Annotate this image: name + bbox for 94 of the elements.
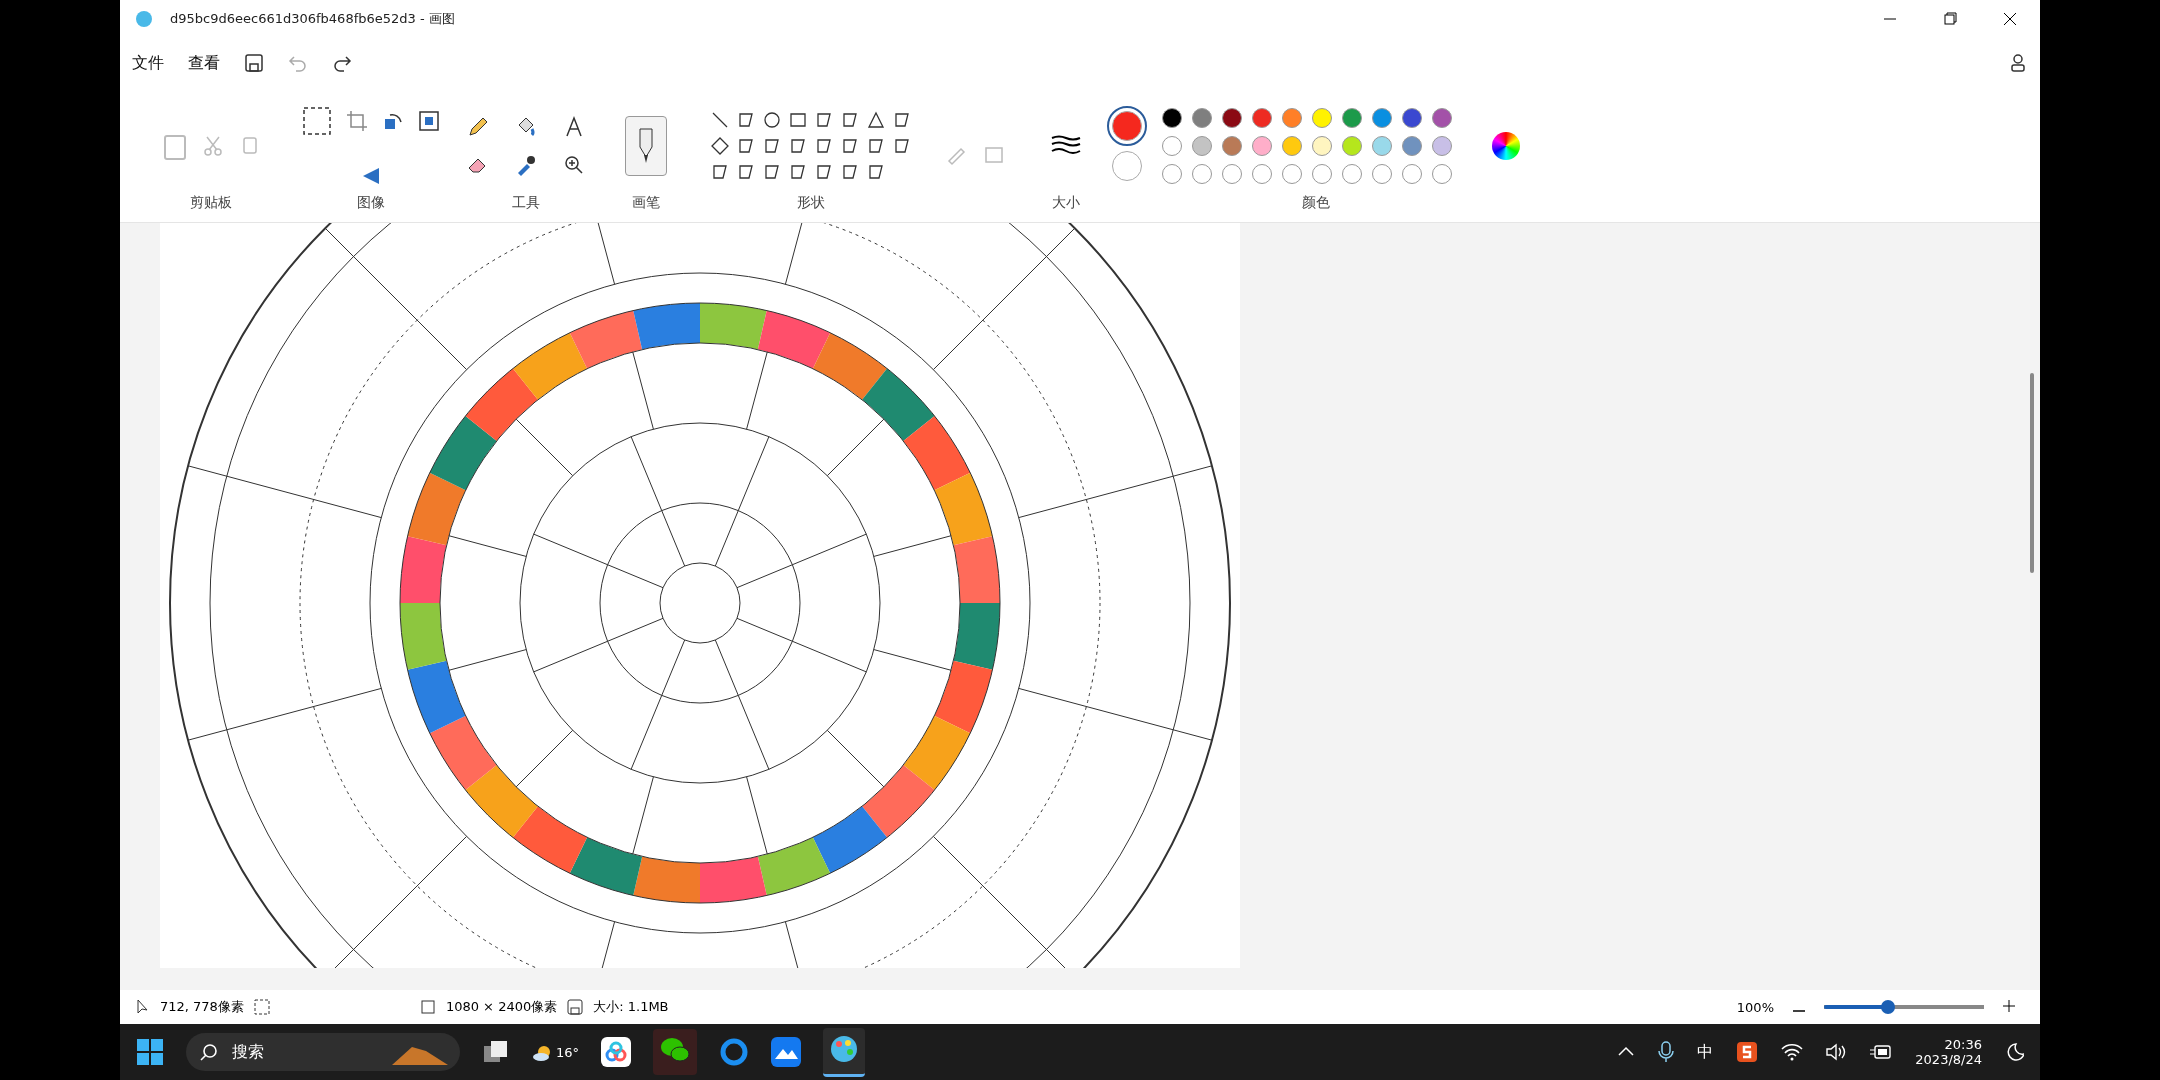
color-swatch[interactable] — [1342, 136, 1362, 156]
shape-icon[interactable] — [711, 111, 729, 129]
window-title: d95bc9d6eec661d306fb468fb6e52d3 - 画图 — [170, 10, 455, 28]
shape-icon[interactable] — [711, 137, 729, 155]
restore-icon — [1943, 12, 1957, 26]
shape-icon[interactable] — [841, 163, 859, 181]
zoom-slider-thumb[interactable] — [1881, 1000, 1895, 1014]
clock-time[interactable]: 20:36 — [1944, 1037, 1982, 1052]
color-swatch[interactable] — [1252, 136, 1272, 156]
close-icon — [2003, 12, 2017, 26]
color-swatch[interactable] — [1162, 108, 1182, 128]
color-swatch[interactable] — [1192, 136, 1212, 156]
color-swatch[interactable] — [1252, 108, 1272, 128]
input-app-icon[interactable] — [1735, 1040, 1760, 1064]
color-swatch[interactable] — [1372, 136, 1392, 156]
color-swatch[interactable] — [1402, 136, 1422, 156]
shape-icon[interactable] — [815, 111, 833, 129]
shape-icon[interactable] — [867, 111, 885, 129]
share-icon[interactable] — [2008, 53, 2028, 73]
shape-icon[interactable] — [815, 163, 833, 181]
color-swatch[interactable] — [1222, 108, 1242, 128]
pencil-icon[interactable] — [466, 115, 490, 139]
input-method-indicator[interactable]: 中 — [1697, 1041, 1714, 1063]
shape-icon[interactable] — [789, 137, 807, 155]
color-wheel-icon[interactable] — [1492, 132, 1520, 160]
cursor-position: 712, 778像素 — [160, 998, 244, 1016]
scrollbar-thumb[interactable] — [2030, 373, 2034, 573]
shape-icon[interactable] — [763, 137, 781, 155]
group-label: 图像 — [357, 194, 385, 212]
shape-icon[interactable] — [789, 111, 807, 129]
shape-icon[interactable] — [737, 111, 755, 129]
cursor-icon — [136, 999, 150, 1015]
menu-item[interactable]: 文件 — [132, 48, 164, 78]
paint-app-icon[interactable] — [829, 1033, 860, 1064]
brush-button[interactable] — [625, 116, 667, 176]
browser-app-icon[interactable] — [719, 1037, 750, 1067]
shape-icon[interactable] — [789, 163, 807, 181]
clock-date[interactable]: 2023/8/24 — [1915, 1052, 1982, 1067]
color-swatch[interactable] — [1402, 108, 1422, 128]
shape-icon[interactable] — [867, 137, 885, 155]
canvas-size: 1080 × 2400像素 — [445, 998, 558, 1016]
color-swatch[interactable] — [1192, 108, 1212, 128]
minus-icon — [1792, 1009, 1806, 1012]
paint-app-icon — [136, 11, 152, 27]
resize-icon[interactable] — [418, 109, 440, 132]
shape-icon[interactable] — [763, 111, 781, 129]
weather-temperature[interactable]: 16° — [556, 1044, 580, 1060]
group-label: 剪贴板 — [190, 194, 232, 212]
shape-icon[interactable] — [737, 163, 755, 181]
menu-item[interactable]: 查看 — [188, 48, 220, 78]
save-icon — [567, 999, 584, 1015]
file-size: 大小: 1.1MB — [593, 998, 669, 1016]
group-label: 大小 — [1052, 194, 1080, 212]
mountain-app-icon[interactable] — [771, 1037, 802, 1067]
shape-icon[interactable] — [841, 137, 859, 155]
color-swatch[interactable] — [1162, 136, 1182, 156]
color-swatch[interactable] — [1312, 136, 1332, 156]
group-label: 工具 — [512, 194, 540, 212]
chat-app-icon[interactable] — [659, 1035, 692, 1065]
color-swatch[interactable] — [1432, 136, 1452, 156]
shape-icon[interactable] — [841, 111, 859, 129]
group-label: 颜色 — [1302, 194, 1330, 212]
volume-icon[interactable] — [1825, 1043, 1848, 1061]
selection-icon — [253, 999, 270, 1015]
color-swatch[interactable] — [1342, 108, 1362, 128]
shape-icon[interactable] — [711, 163, 729, 181]
shape-icon[interactable] — [815, 137, 833, 155]
color-swatch[interactable] — [1372, 108, 1392, 128]
shape-icon[interactable] — [893, 137, 911, 155]
shape-icon[interactable] — [763, 163, 781, 181]
shape-icon[interactable] — [893, 111, 911, 129]
color-swatch[interactable] — [1282, 136, 1302, 156]
color-swatch[interactable] — [1432, 108, 1452, 128]
canvas-size-icon — [419, 999, 436, 1015]
battery-icon[interactable] — [1869, 1043, 1894, 1061]
redo-icon[interactable] — [332, 53, 352, 73]
shape-icon[interactable] — [867, 163, 885, 181]
shape-icon[interactable] — [737, 137, 755, 155]
plus-icon — [2002, 998, 2016, 1013]
color-swatch[interactable] — [1282, 108, 1302, 128]
group-label: 形状 — [797, 194, 825, 212]
save-icon[interactable] — [244, 53, 264, 73]
color-swatch[interactable] — [1222, 136, 1242, 156]
start-icon[interactable] — [136, 1038, 164, 1066]
zoom-percent: 100% — [1736, 999, 1774, 1015]
cloud-app-icon[interactable] — [601, 1037, 632, 1067]
color-swatch[interactable] — [1312, 108, 1332, 128]
group-label: 画笔 — [632, 194, 660, 212]
search-icon — [200, 1043, 218, 1061]
search-field[interactable]: 搜索 — [186, 1033, 460, 1071]
current-color-swatch[interactable] — [1112, 151, 1142, 181]
microphone-icon[interactable] — [1657, 1041, 1676, 1063]
wifi-icon[interactable] — [1781, 1043, 1804, 1061]
select-icon[interactable] — [302, 105, 332, 136]
